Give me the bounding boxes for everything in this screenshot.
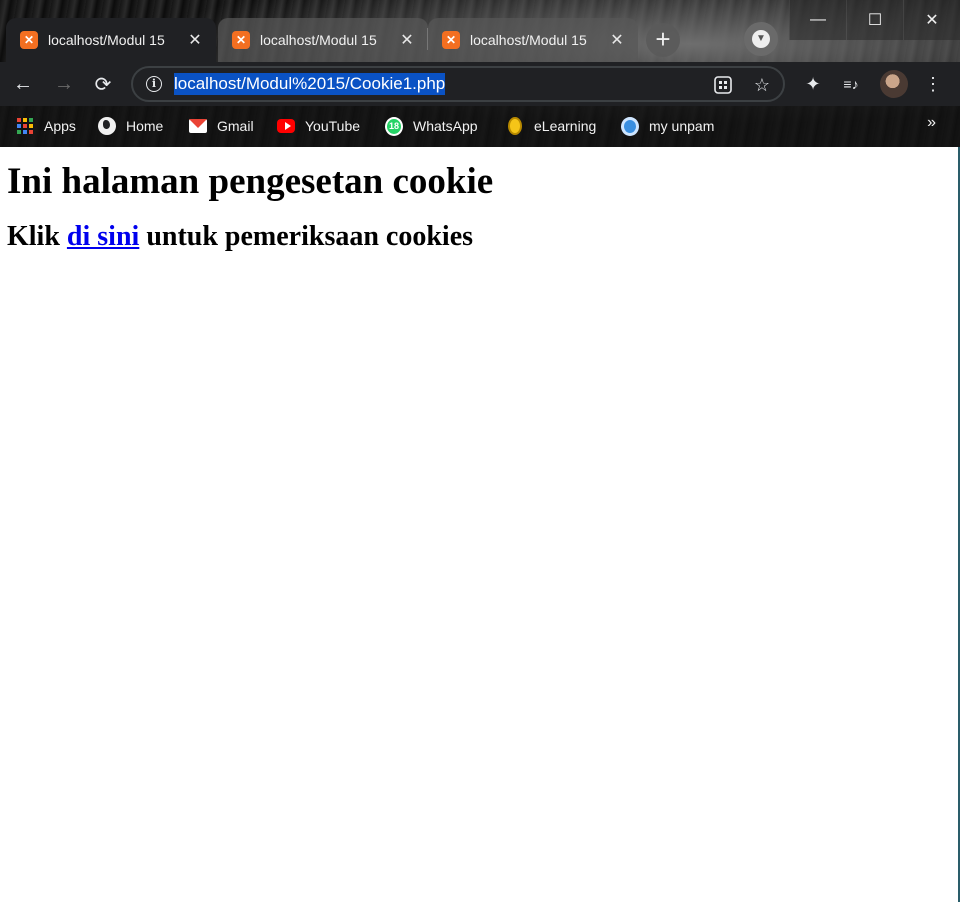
bookmark-youtube[interactable]: YouTube [277, 114, 360, 138]
gmail-icon [189, 117, 207, 135]
maximize-button[interactable]: ☐ [846, 0, 903, 40]
subtitle-prefix: Klik [7, 221, 67, 252]
tab-strip: ✕ localhost/Modul 15 ✕ ✕ localhost/Modul… [0, 0, 960, 62]
page-subtitle: Klik di sini untuk pemeriksaan cookies [7, 221, 951, 253]
bookmark-whatsapp[interactable]: 18 WhatsApp [385, 114, 478, 138]
profile-avatar[interactable] [880, 70, 908, 98]
media-control-icon[interactable]: ≡♪ [838, 71, 864, 97]
minimize-button[interactable]: — [789, 0, 846, 40]
bookmark-label: Apps [44, 118, 76, 134]
xampp-favicon-icon: ✕ [232, 31, 250, 49]
tab-title: localhost/Modul 15 [470, 32, 587, 48]
tab-title: localhost/Modul 15 [48, 32, 165, 48]
toolbar: ← → ⟳ i localhost/Modul%2015/Cookie1.php… [0, 62, 960, 106]
bookmark-label: WhatsApp [413, 118, 478, 134]
back-button[interactable]: ← [8, 69, 38, 99]
qr-code-icon[interactable] [711, 73, 735, 97]
bookmark-label: Home [126, 118, 164, 134]
page-title: Ini halaman pengesetan cookie [7, 161, 494, 202]
page-content: Ini halaman pengesetan cookie Klik di si… [0, 147, 958, 902]
check-cookies-link[interactable]: di sini [67, 221, 139, 252]
tab-search-button[interactable]: ▼ [744, 22, 778, 56]
menu-icon[interactable]: ⋮ [920, 71, 946, 97]
tab-close-icon[interactable]: ✕ [186, 30, 204, 50]
bookmark-home[interactable]: Home [98, 114, 163, 138]
tab-title: localhost/Modul 15 [260, 32, 377, 48]
browser-chrome: ✕ localhost/Modul 15 ✕ ✕ localhost/Modul… [0, 0, 960, 147]
xampp-favicon-icon: ✕ [442, 31, 460, 49]
youtube-icon [277, 117, 295, 135]
site-info-icon[interactable]: i [146, 76, 162, 92]
url-text[interactable]: localhost/Modul%2015/Cookie1.php [174, 73, 446, 95]
bookmark-elearning[interactable]: eLearning [506, 114, 596, 138]
bookmarks-overflow-button[interactable]: » [927, 114, 936, 132]
address-bar[interactable]: i localhost/Modul%2015/Cookie1.php ☆ [131, 66, 785, 102]
forward-button[interactable]: → [49, 69, 79, 99]
bookmark-star-icon[interactable]: ☆ [750, 73, 774, 97]
subtitle-suffix: untuk pemeriksaan cookies [139, 221, 474, 252]
xampp-favicon-icon: ✕ [20, 31, 38, 49]
tab-close-icon[interactable]: ✕ [608, 30, 626, 50]
bookmark-my-unpam[interactable]: my unpam [621, 114, 714, 138]
extensions-icon[interactable]: ✦ [800, 71, 826, 97]
tab-close-icon[interactable]: ✕ [398, 30, 416, 50]
reload-button[interactable]: ⟳ [88, 69, 118, 99]
bookmark-label: Gmail [217, 118, 254, 134]
whatsapp-badge: 18 [385, 116, 403, 136]
tab-3[interactable]: ✕ localhost/Modul 15 ✕ [428, 18, 638, 62]
chevron-down-icon: ▼ [752, 30, 770, 48]
close-window-button[interactable]: ✕ [903, 0, 960, 40]
bookmark-label: eLearning [534, 118, 597, 134]
new-tab-button[interactable]: + [646, 23, 680, 57]
elearning-icon [506, 117, 524, 135]
tab-1[interactable]: ✕ localhost/Modul 15 ✕ [6, 18, 216, 62]
window-controls: — ☐ ✕ [789, 0, 960, 40]
qr-code-svg [714, 76, 732, 94]
whatsapp-icon: 18 [385, 116, 403, 136]
bookmark-gmail[interactable]: Gmail [189, 114, 254, 138]
apps-grid-icon [16, 117, 34, 135]
bookmark-label: YouTube [305, 118, 361, 134]
bookmarks-bar: Apps Home Gmail YouTube 18 WhatsApp eLea… [0, 106, 960, 147]
bookmark-apps[interactable]: Apps [16, 114, 76, 138]
unpam-icon [621, 116, 639, 136]
bookmark-label: my unpam [649, 118, 715, 134]
tab-2[interactable]: ✕ localhost/Modul 15 ✕ [218, 18, 428, 62]
globe-icon [98, 117, 116, 135]
